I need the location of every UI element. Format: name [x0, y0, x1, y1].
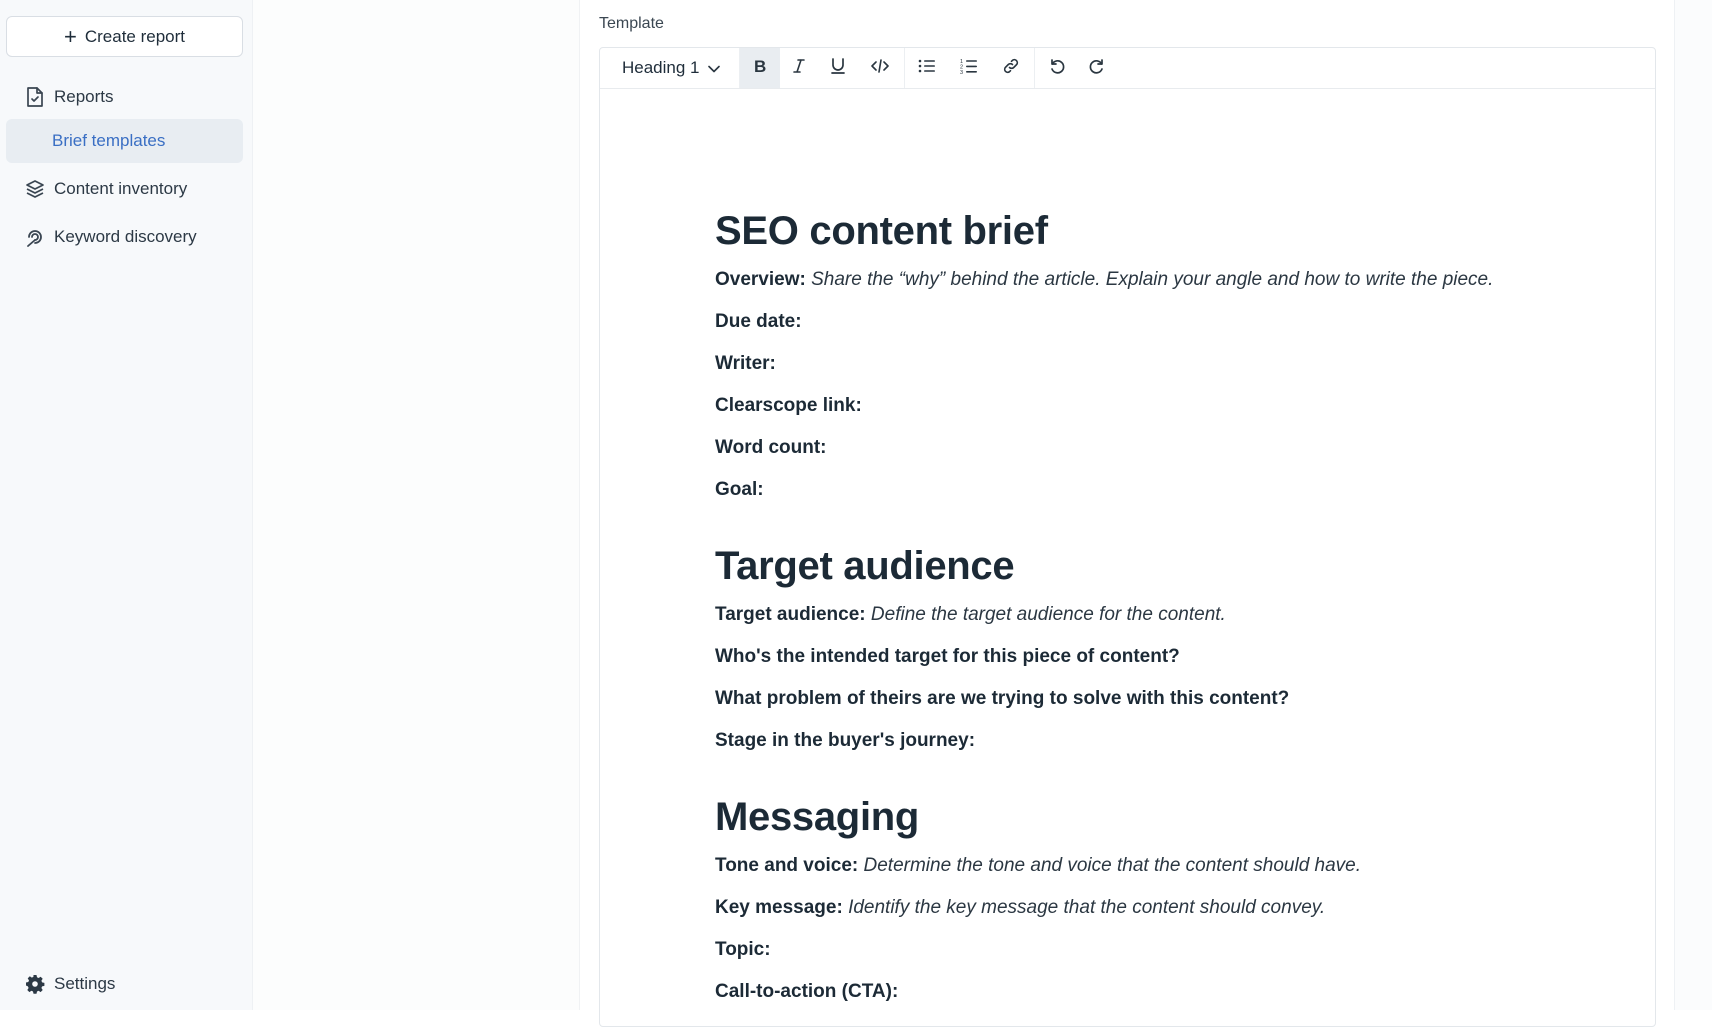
intended-target-line: Who's the intended target for this piece…	[715, 645, 1615, 669]
sidebar-item-label: Keyword discovery	[54, 227, 197, 246]
rich-text-editor[interactable]: Heading 1 B 1 2 3 SEO content brief Over…	[599, 47, 1656, 1027]
italic-button[interactable]	[780, 48, 818, 88]
target-audience-text: Define the target audience for the conte…	[870, 604, 1226, 625]
target-audience-heading: Target audience	[715, 544, 1015, 588]
redo-icon	[1088, 57, 1106, 80]
due-date-line: Due date:	[715, 310, 1615, 334]
cta-label: Call-to-action (CTA):	[715, 981, 899, 1002]
editor-toolbar: Heading 1 B 1 2 3	[600, 48, 1655, 89]
cta-line: Call-to-action (CTA):	[715, 980, 1615, 1004]
target-audience-label: Target audience:	[715, 604, 866, 625]
sidebar-item-keyword-discovery[interactable]: Keyword discovery	[6, 215, 243, 259]
keyword-icon	[24, 226, 46, 248]
sidebar-item-label: Brief templates	[52, 131, 166, 150]
main-panel: Template Heading 1 B 1 2 3 SEO content b…	[579, 0, 1675, 1027]
bullet-list-icon	[918, 59, 936, 78]
redo-button[interactable]	[1077, 48, 1117, 88]
key-message-text: Identify the key message that the conten…	[848, 897, 1326, 918]
bullet-list-button[interactable]	[907, 48, 947, 88]
file-check-icon	[24, 86, 46, 108]
due-date-label: Due date:	[715, 311, 802, 332]
code-button[interactable]	[858, 48, 902, 88]
settings-button[interactable]: Settings	[6, 962, 243, 1006]
numbered-list-button[interactable]: 123	[947, 48, 990, 88]
sidebar-item-label: Content inventory	[54, 179, 188, 198]
svg-text:3: 3	[960, 70, 963, 74]
toolbar-divider	[904, 48, 905, 88]
italic-icon	[792, 58, 806, 79]
undo-button[interactable]	[1037, 48, 1077, 88]
underline-icon	[830, 57, 846, 80]
sidebar: + Create report Reports Brief templates …	[0, 0, 253, 1010]
sidebar-item-label: Reports	[54, 87, 114, 106]
plus-icon: +	[63, 23, 77, 49]
topic-label: Topic:	[715, 939, 771, 960]
key-message-label: Key message:	[715, 897, 843, 918]
link-icon	[1002, 57, 1020, 80]
topic-line: Topic:	[715, 938, 1615, 962]
tone-line: Tone and voice: Determine the tone and v…	[715, 854, 1615, 878]
word-count-label: Word count:	[715, 437, 827, 458]
layers-icon	[24, 178, 46, 200]
bold-icon: B	[753, 57, 767, 79]
intended-target-label: Who's the intended target for this piece…	[715, 646, 1180, 667]
toolbar-divider	[1034, 48, 1035, 88]
overview-text: Share the “why” behind the article. Expl…	[811, 269, 1494, 290]
clearscope-link-label: Clearscope link:	[715, 395, 862, 416]
sidebar-item-content-inventory[interactable]: Content inventory	[6, 167, 243, 211]
key-message-line: Key message: Identify the key message th…	[715, 896, 1615, 920]
target-audience-line: Target audience: Define the target audie…	[715, 603, 1615, 627]
settings-label: Settings	[54, 974, 116, 993]
undo-icon	[1048, 57, 1066, 80]
bold-button[interactable]: B	[740, 48, 780, 88]
overview-line: Overview: Share the “why” behind the art…	[715, 268, 1615, 292]
section-label: Template	[599, 15, 664, 32]
block-type-select[interactable]: Heading 1	[600, 48, 740, 88]
code-icon	[871, 58, 889, 78]
link-button[interactable]	[990, 48, 1032, 88]
underline-button[interactable]	[818, 48, 858, 88]
left-gutter	[253, 0, 579, 1010]
create-report-label: Create report	[84, 26, 186, 46]
sidebar-item-brief-templates[interactable]: Brief templates	[6, 119, 243, 163]
block-type-value: Heading 1	[622, 58, 700, 77]
sidebar-item-reports[interactable]: Reports	[6, 75, 243, 119]
numbered-list-icon: 123	[960, 58, 978, 79]
document-title: SEO content brief	[715, 209, 1048, 253]
right-gutter	[1674, 0, 1712, 1010]
svg-text:B: B	[754, 58, 766, 74]
clearscope-link-line: Clearscope link:	[715, 394, 1615, 418]
problem-label: What problem of theirs are we trying to …	[715, 688, 1290, 709]
document-content[interactable]: SEO content brief Overview: Share the “w…	[715, 158, 1615, 1004]
problem-line: What problem of theirs are we trying to …	[715, 687, 1615, 711]
gear-icon	[24, 973, 46, 995]
chevron-down-icon	[707, 58, 720, 78]
tone-text: Determine the tone and voice that the co…	[863, 855, 1362, 876]
stage-line: Stage in the buyer's journey:	[715, 729, 1615, 753]
writer-line: Writer:	[715, 352, 1615, 376]
create-report-button[interactable]: + Create report	[6, 16, 243, 57]
tone-label: Tone and voice:	[715, 855, 859, 876]
messaging-heading: Messaging	[715, 795, 920, 839]
writer-label: Writer:	[715, 353, 776, 374]
word-count-line: Word count:	[715, 436, 1615, 460]
goal-label: Goal:	[715, 479, 764, 500]
stage-label: Stage in the buyer's journey:	[715, 730, 976, 751]
goal-line: Goal:	[715, 478, 1615, 502]
overview-label: Overview:	[715, 269, 806, 290]
